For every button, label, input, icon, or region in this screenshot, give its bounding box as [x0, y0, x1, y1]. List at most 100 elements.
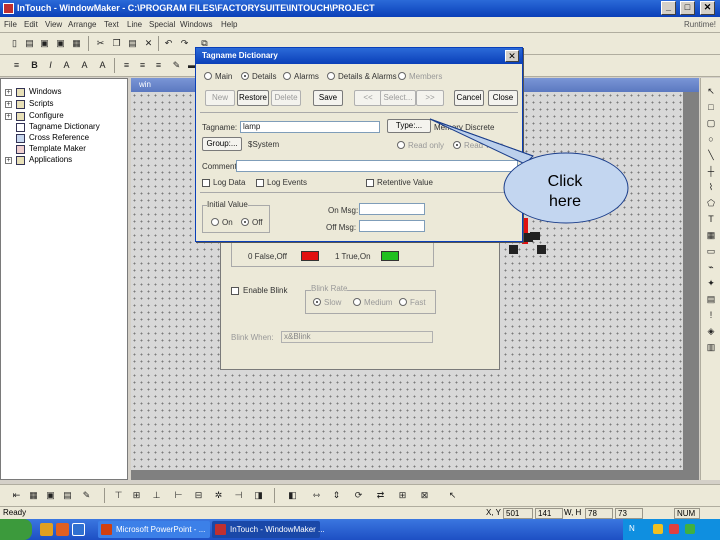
bold-icon[interactable]: B	[28, 59, 41, 72]
cut-icon[interactable]: ✂	[94, 37, 107, 50]
text-tool-icon[interactable]: T	[705, 214, 717, 225]
send-back-icon[interactable]: ◧	[286, 489, 299, 502]
print-icon[interactable]: ▦	[70, 37, 83, 50]
group-icon[interactable]: ▤	[61, 489, 74, 502]
menu-help[interactable]: Help	[221, 20, 237, 29]
alarm-tool-icon[interactable]: !	[705, 310, 717, 321]
line-tool-icon[interactable]: ╲	[705, 150, 717, 161]
align-bottom-icon[interactable]: ⊥	[150, 489, 163, 502]
menu-view[interactable]: View	[45, 20, 62, 29]
mode-details-radio[interactable]	[241, 72, 249, 80]
quicklaunch-icon[interactable]	[56, 523, 69, 536]
frame-icon[interactable]: ▣	[44, 489, 57, 502]
center-icon[interactable]: ✲	[212, 489, 225, 502]
true-color-swatch[interactable]	[381, 251, 399, 261]
copy-icon[interactable]: ❐	[110, 37, 123, 50]
log-events-checkbox[interactable]	[256, 179, 264, 187]
new-button[interactable]: New	[205, 90, 235, 106]
taskbar-powerpoint[interactable]: Microsoft PowerPoint - ...	[98, 521, 210, 538]
symbol-tool-icon[interactable]: ◈	[705, 326, 717, 337]
align-right-icon[interactable]: ≡	[152, 59, 165, 72]
open-icon[interactable]: ▤	[23, 37, 36, 50]
button-tool-icon[interactable]: ▭	[705, 246, 717, 257]
grid-snap-icon[interactable]: ⊞	[396, 489, 409, 502]
trend-tool-icon[interactable]: ⌁	[705, 262, 717, 273]
tray-icon[interactable]	[669, 524, 679, 534]
bring-front-icon[interactable]: ◨	[252, 489, 265, 502]
grid-icon[interactable]: ▦	[27, 489, 40, 502]
menu-special[interactable]: Special	[149, 20, 175, 29]
language-indicator[interactable]: N	[629, 524, 635, 533]
arrange-icon[interactable]: ⇤	[10, 489, 23, 502]
blink-medium-radio[interactable]	[353, 298, 361, 306]
space-horizontal-icon[interactable]: ⇿	[310, 489, 323, 502]
rectangle-tool-icon[interactable]: □	[705, 102, 717, 113]
close-icon[interactable]: ✕	[505, 50, 519, 62]
initial-on-radio[interactable]	[211, 218, 219, 226]
enable-blink-checkbox[interactable]	[231, 287, 239, 295]
start-button[interactable]	[0, 519, 32, 540]
read-write-radio[interactable]	[453, 141, 461, 149]
bitmap-tool-icon[interactable]: ▦	[705, 230, 717, 241]
menu-edit[interactable]: Edit	[24, 20, 38, 29]
false-color-swatch[interactable]	[301, 251, 319, 261]
save-icon[interactable]: ▣	[38, 37, 51, 50]
select-tool-icon[interactable]: ↖	[705, 86, 717, 97]
previous-button[interactable]: <<	[354, 90, 382, 106]
close-icon[interactable]: ✕	[700, 1, 715, 15]
read-only-radio[interactable]	[397, 141, 405, 149]
mode-details-alarms-radio[interactable]	[327, 72, 335, 80]
menu-file[interactable]: File	[4, 20, 17, 29]
wizard-tool-icon[interactable]: ✦	[705, 278, 717, 289]
selection-handle[interactable]	[509, 245, 518, 254]
reshape-icon[interactable]: ↖	[446, 489, 459, 502]
align-middle-icon[interactable]: ⊞	[130, 489, 143, 502]
browser-icon[interactable]	[72, 523, 85, 536]
cancel-button[interactable]: Cancel	[454, 90, 484, 106]
blink-fast-radio[interactable]	[399, 298, 407, 306]
rounded-rect-tool-icon[interactable]: ▢	[705, 118, 717, 129]
delete-button[interactable]: Delete	[271, 90, 301, 106]
font-size-icon[interactable]: A	[60, 59, 73, 72]
next-button[interactable]: >>	[416, 90, 444, 106]
mode-alarms-radio[interactable]	[283, 72, 291, 80]
align-icon[interactable]: ≡	[10, 59, 23, 72]
redo-icon[interactable]: ↷	[178, 37, 191, 50]
align-top-icon[interactable]: ⊤	[112, 489, 125, 502]
menu-line[interactable]: Line	[127, 20, 142, 29]
polyline-tool-icon[interactable]: ⌇	[705, 182, 717, 193]
close-button[interactable]: Close	[488, 90, 518, 106]
save-all-icon[interactable]: ▣	[54, 37, 67, 50]
line-color-icon[interactable]: ✎	[170, 59, 183, 72]
align-center-icon[interactable]: ≡	[136, 59, 149, 72]
ungroup-icon[interactable]: ⊠	[418, 489, 431, 502]
menu-text[interactable]: Text	[104, 20, 119, 29]
maximize-icon[interactable]: □	[680, 1, 695, 15]
font-color-icon[interactable]: A	[96, 59, 109, 72]
type-button[interactable]: Type:...	[387, 119, 431, 133]
minimize-icon[interactable]: _	[661, 1, 676, 15]
comment-input[interactable]	[236, 160, 518, 172]
on-msg-input[interactable]	[359, 203, 425, 215]
menu-arrange[interactable]: Arrange	[68, 20, 96, 29]
taskbar-intouch[interactable]: InTouch - WindowMaker ...	[212, 521, 325, 538]
blink-when-field[interactable]: x&Blink	[281, 331, 433, 343]
text-style-icon[interactable]: A	[78, 59, 91, 72]
tray-icon[interactable]	[685, 524, 695, 534]
ellipse-tool-icon[interactable]: ○	[705, 134, 717, 145]
mode-members-radio[interactable]	[398, 72, 406, 80]
align-center-icon[interactable]: ⊟	[192, 489, 205, 502]
space-vertical-icon[interactable]: ⇕	[330, 489, 343, 502]
selection-handle[interactable]	[537, 245, 546, 254]
quicklaunch-icon[interactable]	[40, 523, 53, 536]
delete-icon[interactable]: ✕	[142, 37, 155, 50]
menu-runtime[interactable]: Runtime!	[684, 20, 716, 29]
group-button[interactable]: Group:...	[202, 137, 242, 151]
rotate-icon[interactable]: ⟳	[352, 489, 365, 502]
hv-line-tool-icon[interactable]: ┼	[705, 166, 717, 177]
select-button[interactable]: Select...	[380, 90, 416, 106]
save-button[interactable]: Save	[313, 90, 343, 106]
blink-slow-radio[interactable]	[313, 298, 321, 306]
tagname-input[interactable]: lamp	[240, 121, 380, 133]
retentive-value-checkbox[interactable]	[366, 179, 374, 187]
